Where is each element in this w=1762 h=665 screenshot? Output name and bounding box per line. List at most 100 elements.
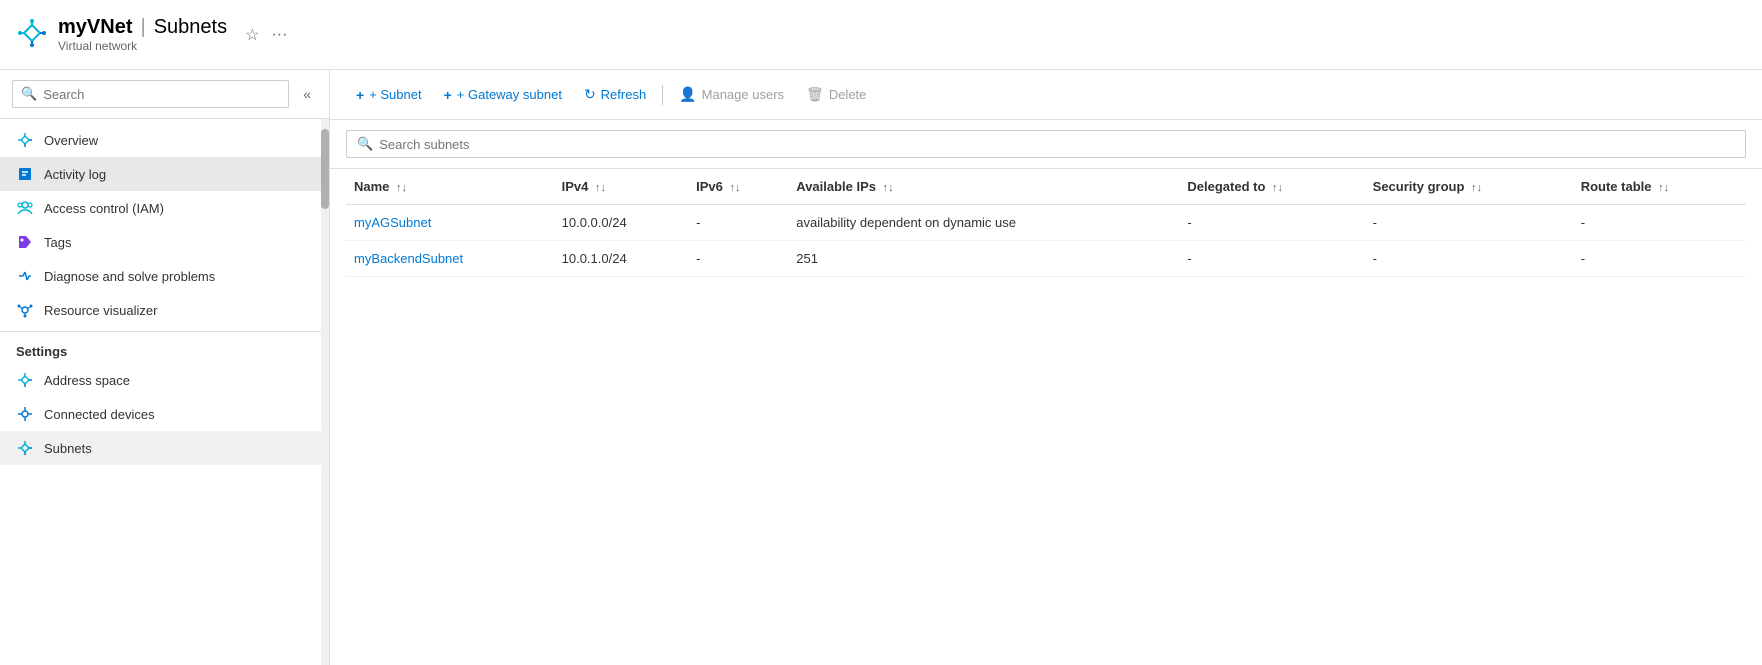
sidebar-item-label-subnets: Subnets — [44, 441, 92, 456]
sidebar-item-subnets[interactable]: Subnets — [0, 431, 329, 465]
header-title-block: myVNet | Subnets Virtual network — [58, 16, 227, 53]
row1-ipv6: - — [688, 205, 788, 241]
sidebar-item-label-iam: Access control (IAM) — [44, 201, 164, 216]
overview-icon — [16, 131, 34, 149]
sidebar-item-overview[interactable]: Overview — [0, 123, 329, 157]
manage-users-icon: 👤 — [679, 86, 696, 103]
row1-name[interactable]: myAGSubnet — [346, 205, 554, 241]
col-security-group-label: Security group — [1373, 179, 1465, 194]
row1-delegated-to: - — [1179, 205, 1364, 241]
refresh-icon: ↻ — [584, 86, 596, 103]
sidebar-item-label-diagnose: Diagnose and solve problems — [44, 269, 215, 284]
col-delegated-to-label: Delegated to — [1187, 179, 1265, 194]
col-security-group-sort: ↑↓ — [1471, 182, 1482, 194]
row1-name-link[interactable]: myAGSubnet — [354, 215, 431, 230]
col-ipv4-label: IPv4 — [562, 179, 589, 194]
search-icon: 🔍 — [21, 86, 37, 102]
settings-section-label: Settings — [0, 331, 329, 363]
toolbar: + + Subnet + + Gateway subnet ↻ Refresh … — [330, 70, 1762, 120]
manage-users-label: Manage users — [702, 87, 784, 102]
toolbar-separator-1 — [662, 85, 663, 105]
row2-security-group: - — [1365, 241, 1573, 277]
subnets-table: Name ↑↓ IPv4 ↑↓ IPv6 ↑↓ Available IPs — [346, 169, 1746, 277]
row2-ipv6: - — [688, 241, 788, 277]
col-route-table[interactable]: Route table ↑↓ — [1573, 169, 1746, 205]
sidebar-item-label-activity-log: Activity log — [44, 167, 106, 182]
delete-label: Delete — [829, 87, 867, 102]
col-security-group[interactable]: Security group ↑↓ — [1365, 169, 1573, 205]
refresh-button[interactable]: ↻ Refresh — [574, 81, 656, 108]
sidebar-search-bar: 🔍 « — [0, 70, 329, 119]
sidebar-nav: Overview Activity log Access control (IA… — [0, 119, 329, 665]
sidebar-item-address-space[interactable]: Address space — [0, 363, 329, 397]
row1-available-ips: availability dependent on dynamic use — [788, 205, 1179, 241]
sidebar-item-activity-log[interactable]: Activity log — [0, 157, 329, 191]
sidebar-item-label-address-space: Address space — [44, 373, 130, 388]
tags-icon — [16, 233, 34, 251]
search-subnets-icon: 🔍 — [357, 136, 373, 152]
delete-icon: 🗑 — [806, 86, 824, 103]
row1-route-table: - — [1573, 205, 1746, 241]
col-name-label: Name — [354, 179, 389, 194]
visualizer-icon — [16, 301, 34, 319]
sidebar-search-input[interactable] — [43, 87, 280, 102]
resource-type: Virtual network — [58, 39, 227, 53]
resource-name: myVNet — [58, 16, 132, 39]
scroll-thumb[interactable] — [321, 129, 329, 209]
sidebar: 🔍 « Overview Activity log — [0, 70, 330, 665]
sidebar-collapse-button[interactable]: « — [297, 84, 317, 104]
col-ipv6-sort: ↑↓ — [730, 182, 741, 194]
header: myVNet | Subnets Virtual network ☆ ··· — [0, 0, 1762, 70]
table-header-row: Name ↑↓ IPv4 ↑↓ IPv6 ↑↓ Available IPs — [346, 169, 1746, 205]
main-layout: 🔍 « Overview Activity log — [0, 70, 1762, 665]
col-delegated-to-sort: ↑↓ — [1272, 182, 1283, 194]
col-available-ips[interactable]: Available IPs ↑↓ — [788, 169, 1179, 205]
col-available-ips-sort: ↑↓ — [883, 182, 894, 194]
row1-security-group: - — [1365, 205, 1573, 241]
vnet-logo-icon — [16, 17, 48, 49]
search-input-box[interactable]: 🔍 — [12, 80, 289, 108]
row2-ipv4: 10.0.1.0/24 — [554, 241, 689, 277]
sidebar-item-label-visualizer: Resource visualizer — [44, 303, 157, 318]
search-subnets-box[interactable]: 🔍 — [346, 130, 1746, 158]
address-space-icon — [16, 371, 34, 389]
manage-users-button[interactable]: 👤 Manage users — [669, 81, 794, 108]
table-row: myBackendSubnet 10.0.1.0/24 - 251 - - - — [346, 241, 1746, 277]
col-delegated-to[interactable]: Delegated to ↑↓ — [1179, 169, 1364, 205]
content-search: 🔍 — [330, 120, 1762, 169]
sidebar-item-resource-visualizer[interactable]: Resource visualizer — [0, 293, 329, 327]
iam-icon — [16, 199, 34, 217]
page-name: Subnets — [154, 16, 227, 39]
add-subnet-label: + Subnet — [369, 87, 421, 102]
sidebar-item-label-overview: Overview — [44, 133, 98, 148]
col-ipv4-sort: ↑↓ — [595, 182, 606, 194]
search-subnets-input[interactable] — [379, 137, 1735, 152]
azure-logo — [16, 17, 48, 52]
col-name-sort: ↑↓ — [396, 182, 407, 194]
sidebar-item-diagnose[interactable]: Diagnose and solve problems — [0, 259, 329, 293]
add-gateway-subnet-button[interactable]: + + Gateway subnet — [434, 82, 572, 108]
table-row: myAGSubnet 10.0.0.0/24 - availability de… — [346, 205, 1746, 241]
row2-name[interactable]: myBackendSubnet — [346, 241, 554, 277]
row2-route-table: - — [1573, 241, 1746, 277]
subnets-icon — [16, 439, 34, 457]
col-name[interactable]: Name ↑↓ — [346, 169, 554, 205]
add-gateway-icon: + — [444, 87, 452, 103]
add-gateway-label: + Gateway subnet — [457, 87, 562, 102]
col-ipv6[interactable]: IPv6 ↑↓ — [688, 169, 788, 205]
diagnose-icon — [16, 267, 34, 285]
row1-ipv4: 10.0.0.0/24 — [554, 205, 689, 241]
row2-delegated-to: - — [1179, 241, 1364, 277]
col-ipv4[interactable]: IPv4 ↑↓ — [554, 169, 689, 205]
row2-name-link[interactable]: myBackendSubnet — [354, 251, 463, 266]
col-available-ips-label: Available IPs — [796, 179, 876, 194]
table-area: Name ↑↓ IPv4 ↑↓ IPv6 ↑↓ Available IPs — [330, 169, 1762, 665]
refresh-label: Refresh — [601, 87, 647, 102]
favorite-button[interactable]: ☆ — [241, 21, 263, 49]
add-subnet-button[interactable]: + + Subnet — [346, 82, 432, 108]
sidebar-item-access-control[interactable]: Access control (IAM) — [0, 191, 329, 225]
sidebar-item-connected-devices[interactable]: Connected devices — [0, 397, 329, 431]
delete-button[interactable]: 🗑 Delete — [796, 81, 876, 108]
sidebar-item-tags[interactable]: Tags — [0, 225, 329, 259]
more-options-button[interactable]: ··· — [267, 22, 291, 48]
